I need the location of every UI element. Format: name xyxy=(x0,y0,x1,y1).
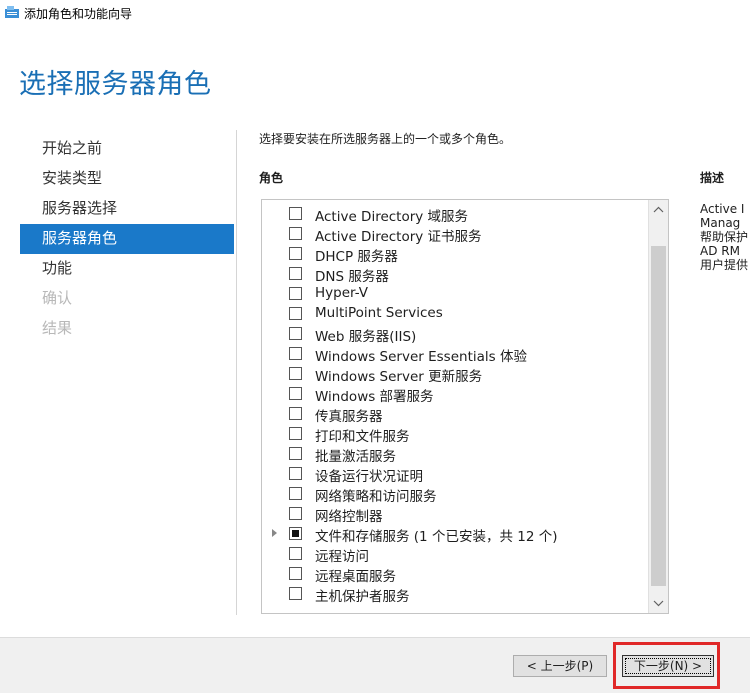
roles-listbox[interactable]: Active Directory 域服务 Active Directory 证书服… xyxy=(261,199,669,614)
title-bar: 添加角色和功能向导 xyxy=(0,0,750,26)
role-checkbox[interactable] xyxy=(289,367,302,380)
role-row[interactable]: Web 服务器(IIS) xyxy=(262,324,647,345)
role-row[interactable]: Active Directory 证书服务 xyxy=(262,224,647,245)
role-label: DHCP 服务器 xyxy=(315,249,398,265)
role-label: 传真服务器 xyxy=(315,409,383,425)
vertical-divider xyxy=(236,130,237,615)
role-row[interactable]: 网络控制器 xyxy=(262,504,647,525)
role-label: 批量激活服务 xyxy=(315,449,396,465)
role-row[interactable]: 传真服务器 xyxy=(262,404,647,425)
nav-item-features[interactable]: 功能 xyxy=(20,254,234,284)
vertical-scrollbar[interactable] xyxy=(648,200,668,613)
page-title: 选择服务器角色 xyxy=(19,69,212,100)
role-row[interactable]: Windows 部署服务 xyxy=(262,384,647,405)
role-checkbox[interactable] xyxy=(289,567,302,580)
role-row[interactable]: 远程访问 xyxy=(262,544,647,565)
role-row[interactable]: 网络策略和访问服务 xyxy=(262,484,647,505)
role-label: 远程访问 xyxy=(315,549,369,565)
role-label: Active Directory 证书服务 xyxy=(315,229,482,245)
role-label: Active Directory 域服务 xyxy=(315,209,469,225)
role-checkbox[interactable] xyxy=(289,467,302,480)
role-row[interactable]: 文件和存储服务 (1 个已安装，共 12 个) xyxy=(262,524,647,545)
roles-column-header: 角色 xyxy=(259,171,284,185)
role-checkbox[interactable] xyxy=(289,447,302,460)
role-checkbox[interactable] xyxy=(289,247,302,260)
role-checkbox[interactable] xyxy=(289,527,302,540)
roles-list: Active Directory 域服务 Active Directory 证书服… xyxy=(262,204,647,605)
nav-item-confirmation: 确认 xyxy=(42,289,73,307)
description-text: Active I Manag 帮助保护 AD RM 用户提供 xyxy=(700,202,749,272)
role-label: Web 服务器(IIS) xyxy=(315,329,417,345)
role-label: 主机保护者服务 xyxy=(315,589,410,605)
role-row[interactable]: DHCP 服务器 xyxy=(262,244,647,265)
nav-item-before-you-begin[interactable]: 开始之前 xyxy=(20,134,234,164)
role-checkbox[interactable] xyxy=(289,587,302,600)
role-label: DNS 服务器 xyxy=(315,269,389,285)
role-checkbox[interactable] xyxy=(289,307,302,320)
scroll-thumb[interactable] xyxy=(651,246,666,586)
role-checkbox[interactable] xyxy=(289,347,302,360)
scroll-down-arrow-icon[interactable] xyxy=(649,593,668,613)
role-checkbox[interactable] xyxy=(289,327,302,340)
role-checkbox[interactable] xyxy=(289,547,302,560)
role-label: 网络策略和访问服务 xyxy=(315,489,437,505)
role-row[interactable]: 主机保护者服务 xyxy=(262,584,647,605)
role-row[interactable]: Hyper-V xyxy=(262,284,647,304)
role-label: 网络控制器 xyxy=(315,509,383,525)
role-checkbox[interactable] xyxy=(289,207,302,220)
role-row[interactable]: MultiPoint Services xyxy=(262,304,647,324)
role-label: 远程桌面服务 xyxy=(315,569,396,585)
role-label: MultiPoint Services xyxy=(315,305,443,321)
role-checkbox[interactable] xyxy=(289,287,302,300)
role-row[interactable]: 打印和文件服务 xyxy=(262,424,647,445)
nav-item-installation-type[interactable]: 安装类型 xyxy=(20,164,234,194)
role-row[interactable]: 批量激活服务 xyxy=(262,444,647,465)
instruction-text: 选择要安装在所选服务器上的一个或多个角色。 xyxy=(259,132,512,146)
role-label: Windows Server Essentials 体验 xyxy=(315,349,527,365)
role-row[interactable]: 设备运行状况证明 xyxy=(262,464,647,485)
nav-item-results: 结果 xyxy=(42,319,73,337)
nav-item-server-roles[interactable]: 服务器角色 xyxy=(20,224,234,254)
role-label: Windows 部署服务 xyxy=(315,389,434,405)
nav-item-server-selection[interactable]: 服务器选择 xyxy=(20,194,234,224)
role-checkbox[interactable] xyxy=(289,267,302,280)
role-checkbox[interactable] xyxy=(289,507,302,520)
role-label: 设备运行状况证明 xyxy=(315,469,423,485)
role-row[interactable]: Windows Server Essentials 体验 xyxy=(262,344,647,365)
role-label: 打印和文件服务 xyxy=(315,429,410,445)
role-checkbox[interactable] xyxy=(289,487,302,500)
wizard-nav: 开始之前 安装类型 服务器选择 服务器角色 功能 确认 结果 xyxy=(20,134,234,344)
role-checkbox[interactable] xyxy=(289,387,302,400)
role-row[interactable]: Windows Server 更新服务 xyxy=(262,364,647,385)
server-manager-icon xyxy=(5,6,19,18)
role-checkbox[interactable] xyxy=(289,427,302,440)
next-button-highlight xyxy=(613,642,720,689)
role-label: Windows Server 更新服务 xyxy=(315,369,483,385)
description-header: 描述 xyxy=(700,171,725,185)
role-checkbox[interactable] xyxy=(289,227,302,240)
role-checkbox[interactable] xyxy=(289,407,302,420)
window-title: 添加角色和功能向导 xyxy=(24,7,133,21)
previous-button[interactable]: < 上一步(P) xyxy=(513,655,607,677)
role-label: Hyper-V xyxy=(315,285,369,301)
scroll-up-arrow-icon[interactable] xyxy=(649,200,668,220)
role-label: 文件和存储服务 (1 个已安装，共 12 个) xyxy=(315,529,558,545)
role-row[interactable]: DNS 服务器 xyxy=(262,264,647,285)
expand-arrow-icon[interactable] xyxy=(272,529,277,537)
role-row[interactable]: Active Directory 域服务 xyxy=(262,204,647,225)
role-row[interactable]: 远程桌面服务 xyxy=(262,564,647,585)
